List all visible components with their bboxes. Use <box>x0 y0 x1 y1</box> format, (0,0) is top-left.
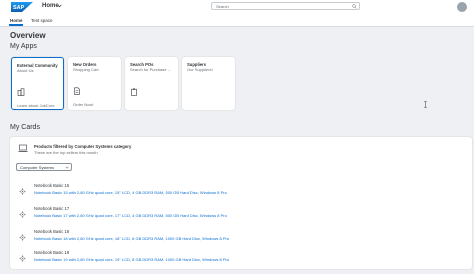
products-card: Products filtered by Computer Systems ca… <box>10 137 472 269</box>
card-subtitle: These are the top sellers this month <box>34 150 98 155</box>
tile-subtitle: Our Suppliers! <box>187 67 213 72</box>
list-item-title: Notebook Basic 18 <box>34 229 70 234</box>
tile-subtitle: About Us <box>17 68 34 73</box>
active-tab-indicator <box>9 24 23 26</box>
list-item[interactable]: Notebook Basic 15 Notebook Basic 15 with… <box>10 179 472 202</box>
list-item-title: Notebook Basic 17 <box>34 206 70 211</box>
shell-bar: SAP Home Search <box>0 0 474 13</box>
gear-icon <box>19 188 26 195</box>
section-my-cards-title: My Cards <box>10 124 40 131</box>
tab-bar: Home Test space <box>0 13 474 27</box>
list-item-description: Notebook Basic 18 with 2,80 GHz quad cor… <box>34 236 230 241</box>
search-input[interactable]: Search <box>211 2 360 10</box>
laptop-icon <box>18 144 28 152</box>
list-item-description: Notebook Basic 19 with 2,80 GHz quad cor… <box>34 257 230 262</box>
tile-subtitle: Shopping Cart <box>73 67 99 72</box>
sap-logo[interactable]: SAP <box>11 2 33 12</box>
clipboard-icon <box>131 88 137 96</box>
search-icon[interactable] <box>352 4 357 9</box>
tile-footer: Learn about JobCore <box>17 103 55 108</box>
search-placeholder: Search <box>216 4 229 9</box>
section-my-apps-title: My Apps <box>10 43 37 50</box>
document-icon <box>74 87 80 95</box>
category-select-value: Computer Systems <box>20 165 55 170</box>
sap-logo-text: SAP <box>13 5 25 11</box>
list-item[interactable]: Notebook Basic 18 Notebook Basic 18 with… <box>10 225 472 248</box>
gear-icon <box>19 255 26 262</box>
list-item[interactable]: Notebook Basic 17 Notebook Basic 17 with… <box>10 202 472 225</box>
tile-subtitle: Search for Purchase ... <box>130 67 171 72</box>
list-item-title: Notebook Basic 19 <box>34 250 70 255</box>
tab-home[interactable]: Home <box>10 18 23 23</box>
tile-external-community[interactable]: External Community About Us Learn about … <box>11 57 64 110</box>
tab-test-space[interactable]: Test space <box>31 18 53 23</box>
card-title[interactable]: Products filtered by Computer Systems ca… <box>34 144 131 149</box>
list-item-description: Notebook Basic 15 with 2,80 GHz quad cor… <box>34 190 227 195</box>
list-item-title: Notebook Basic 15 <box>34 183 70 188</box>
text-cursor-icon <box>424 101 427 108</box>
tile-suppliers[interactable]: Suppliers Our Suppliers! <box>182 57 235 110</box>
chevron-down-icon[interactable] <box>65 166 69 169</box>
user-avatar[interactable] <box>457 2 467 12</box>
gear-icon <box>19 234 26 241</box>
tile-footer: Order Now! <box>73 102 94 107</box>
chevron-down-icon[interactable] <box>57 3 62 9</box>
tile-search-pos[interactable]: Search POs Search for Purchase ... <box>125 57 178 110</box>
tile-new-orders[interactable]: New Orders Shopping Cart Order Now! <box>68 57 121 110</box>
section-overview-title: Overview <box>10 31 46 40</box>
building-icon <box>17 88 25 96</box>
list-item[interactable]: Notebook Basic 19 Notebook Basic 19 with… <box>10 246 472 269</box>
category-select[interactable]: Computer Systems <box>16 163 72 171</box>
gear-icon <box>19 211 26 218</box>
list-item-description: Notebook Basic 17 with 2,80 GHz quad cor… <box>34 213 227 218</box>
